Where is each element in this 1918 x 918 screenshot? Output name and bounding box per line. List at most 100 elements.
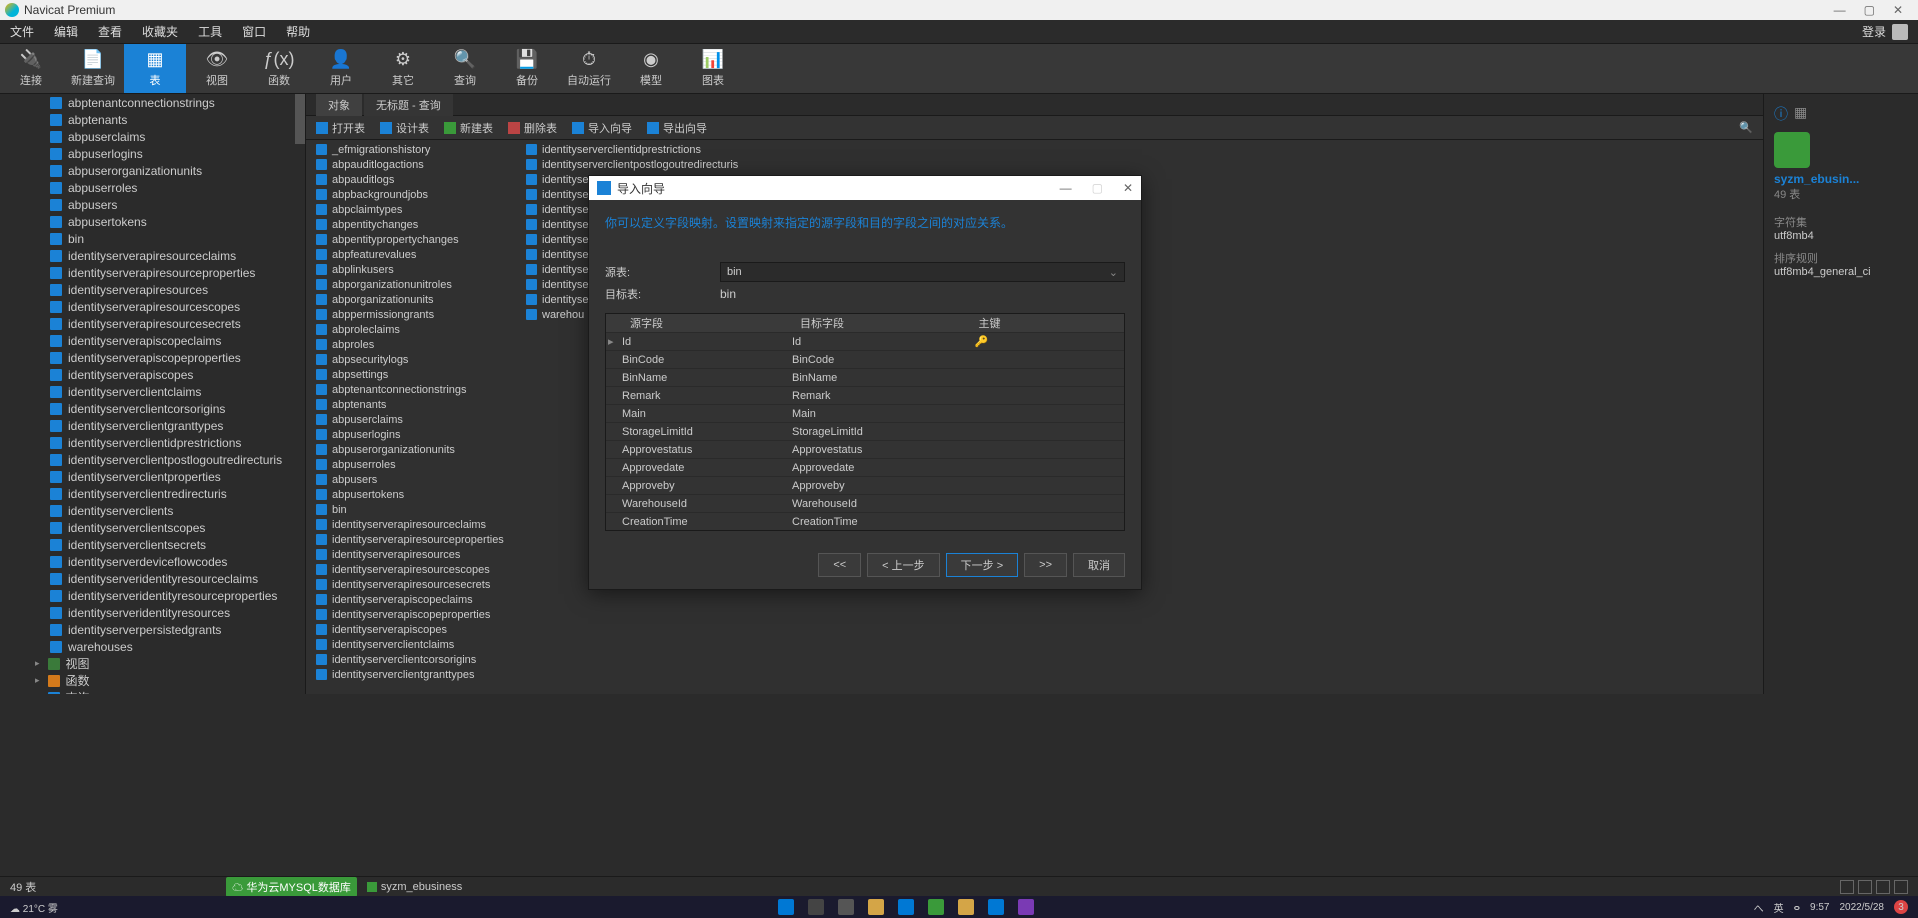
object-item[interactable]: abpbackgroundjobs (306, 187, 516, 202)
menu-tools[interactable]: 工具 (198, 23, 222, 40)
next-button[interactable]: 下一步 > (946, 553, 1018, 577)
object-item[interactable]: abpuserlogins (306, 427, 516, 442)
sidebar-table-item[interactable]: warehouses (0, 638, 305, 655)
sidebar-table-item[interactable]: abpuserorganizationunits (0, 162, 305, 179)
sidebar-folder-item[interactable]: 视图 (0, 655, 305, 672)
mapping-row[interactable]: Approveby Approveby (606, 476, 1124, 494)
cancel-button[interactable]: 取消 (1073, 553, 1125, 577)
sidebar-table-item[interactable]: identityserverclientredirecturis (0, 485, 305, 502)
tab[interactable]: 对象 (316, 94, 362, 116)
sidebar-table-item[interactable]: identityserverapiresourcescopes (0, 298, 305, 315)
sidebar-table-item[interactable]: identityserverapiscopeclaims (0, 332, 305, 349)
mapping-row[interactable]: Approvestatus Approvestatus (606, 440, 1124, 458)
tool-button[interactable]: 导入向导 (572, 120, 632, 136)
sidebar-table-item[interactable]: identityserverclientscopes (0, 519, 305, 536)
object-item[interactable]: abpuserclaims (306, 412, 516, 427)
close-icon[interactable]: ✕ (1893, 3, 1903, 17)
object-item[interactable]: abptenants (306, 397, 516, 412)
sidebar-table-item[interactable]: identityserveridentityresourceclaims (0, 570, 305, 587)
object-item[interactable]: abporganizationunits (306, 292, 516, 307)
mapping-row[interactable]: Main Main (606, 404, 1124, 422)
menu-favorites[interactable]: 收藏夹 (142, 23, 178, 40)
toolbar-新建查询[interactable]: 📄新建查询 (62, 44, 124, 93)
search-icon[interactable] (808, 899, 824, 915)
start-icon[interactable] (778, 899, 794, 915)
first-button[interactable]: << (818, 553, 861, 577)
object-item[interactable]: abppermissiongrants (306, 307, 516, 322)
sidebar-table-item[interactable]: identityserverapiresources (0, 281, 305, 298)
object-item[interactable]: identityserverapiresources (306, 547, 516, 562)
edge-icon[interactable] (898, 899, 914, 915)
sidebar-table-item[interactable]: abpusers (0, 196, 305, 213)
layout-btn-2[interactable] (1858, 880, 1872, 894)
vscode-icon[interactable] (988, 899, 1004, 915)
minimize-icon[interactable]: — (1834, 3, 1846, 17)
prev-button[interactable]: < 上一步 (867, 553, 939, 577)
object-item[interactable]: abptenantconnectionstrings (306, 382, 516, 397)
toolbar-模型[interactable]: ◉模型 (620, 44, 682, 93)
mapping-row[interactable]: Remark Remark (606, 386, 1124, 404)
toolbar-连接[interactable]: 🔌连接 (0, 44, 62, 93)
mapping-row[interactable]: ▸ Id Id 🔑 (606, 332, 1124, 350)
tool-button[interactable]: 新建表 (444, 120, 493, 136)
object-item[interactable]: identityserverapiscopeproperties (306, 607, 516, 622)
tool-button[interactable]: 打开表 (316, 120, 365, 136)
sidebar-table-item[interactable]: identityserverapiscopeproperties (0, 349, 305, 366)
sidebar-table-item[interactable]: bin (0, 230, 305, 247)
object-item[interactable]: abpauditlogs (306, 172, 516, 187)
toolbar-自动运行[interactable]: ⏱自动运行 (558, 44, 620, 93)
object-item[interactable]: abpusers (306, 472, 516, 487)
object-item[interactable]: abproleclaims (306, 322, 516, 337)
sidebar-table-item[interactable]: identityserverclientclaims (0, 383, 305, 400)
clock-time[interactable]: 9:57 (1810, 902, 1829, 913)
object-item[interactable]: abplinkusers (306, 262, 516, 277)
layout-btn-1[interactable] (1840, 880, 1854, 894)
sidebar-table-item[interactable]: identityserveridentityresourceproperties (0, 587, 305, 604)
ime-lang[interactable]: 英 (1774, 900, 1784, 915)
sidebar-table-item[interactable]: identityserverclientproperties (0, 468, 305, 485)
object-item[interactable]: abpauditlogactions (306, 157, 516, 172)
user-avatar-icon[interactable] (1892, 24, 1908, 40)
sidebar-table-item[interactable]: identityserverdeviceflowcodes (0, 553, 305, 570)
sidebar-table-item[interactable]: identityserverclientidprestrictions (0, 434, 305, 451)
search-icon[interactable]: 🔍 (1739, 121, 1753, 134)
menu-view[interactable]: 查看 (98, 23, 122, 40)
mapping-row[interactable]: BinCode BinCode (606, 350, 1124, 368)
menu-file[interactable]: 文件 (10, 23, 34, 40)
menu-window[interactable]: 窗口 (242, 23, 266, 40)
toolbar-用户[interactable]: 👤用户 (310, 44, 372, 93)
sidebar-table-item[interactable]: identityserveridentityresources (0, 604, 305, 621)
object-item[interactable]: abporganizationunitroles (306, 277, 516, 292)
object-item[interactable]: abpsettings (306, 367, 516, 382)
info-icon[interactable]: ⓘ (1774, 104, 1788, 124)
menu-help[interactable]: 帮助 (286, 23, 310, 40)
explorer-icon[interactable] (868, 899, 884, 915)
object-item[interactable]: abpuserorganizationunits (306, 442, 516, 457)
toolbar-视图[interactable]: 👁视图 (186, 44, 248, 93)
sidebar-table-item[interactable]: abptenantconnectionstrings (0, 94, 305, 111)
toolbar-查询[interactable]: 🔍查询 (434, 44, 496, 93)
sidebar-table-item[interactable]: abpusertokens (0, 213, 305, 230)
sidebar-table-item[interactable]: identityserverpersistedgrants (0, 621, 305, 638)
object-item[interactable]: abproles (306, 337, 516, 352)
wechat-icon[interactable] (928, 899, 944, 915)
taskview-icon[interactable] (838, 899, 854, 915)
ime-mode[interactable]: ⴰ (1794, 902, 1800, 913)
sidebar-table-item[interactable]: identityserverapiresourceproperties (0, 264, 305, 281)
object-item[interactable]: identityserverclientidprestrictions (516, 142, 816, 157)
tab[interactable]: 无标题 - 查询 (364, 94, 453, 116)
mapping-row[interactable]: StorageLimitId StorageLimitId (606, 422, 1124, 440)
object-item[interactable]: identityserverclientgranttypes (306, 667, 516, 682)
sidebar-table-item[interactable]: identityserverclientcorsorigins (0, 400, 305, 417)
vs-icon[interactable] (1018, 899, 1034, 915)
toolbar-其它[interactable]: ⚙其它 (372, 44, 434, 93)
object-item[interactable]: identityserverclientclaims (306, 637, 516, 652)
layout-btn-4[interactable] (1894, 880, 1908, 894)
sidebar-table-item[interactable]: identityserverclientsecrets (0, 536, 305, 553)
tool-button[interactable]: 导出向导 (647, 120, 707, 136)
menu-edit[interactable]: 编辑 (54, 23, 78, 40)
sidebar-table-item[interactable]: abptenants (0, 111, 305, 128)
object-item[interactable]: abpfeaturevalues (306, 247, 516, 262)
notification-badge[interactable]: 3 (1894, 900, 1908, 914)
object-item[interactable]: identityserverapiresourceclaims (306, 517, 516, 532)
